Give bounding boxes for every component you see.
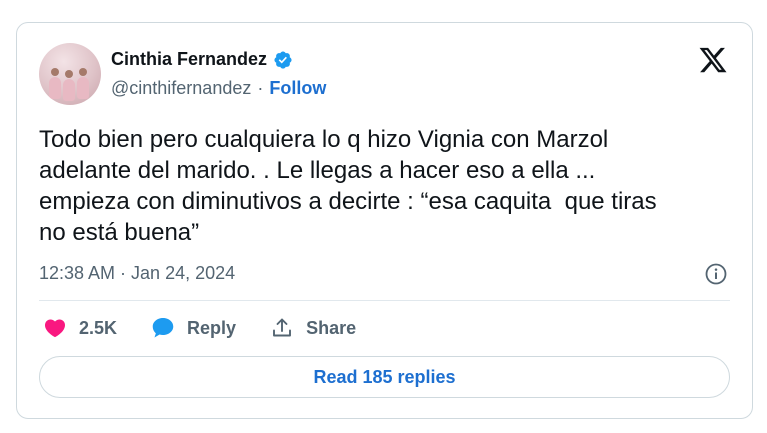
read-replies-button[interactable]: Read 185 replies (39, 356, 730, 398)
author-name-row: Cinthia Fernandez (111, 49, 293, 70)
like-button[interactable]: 2.5K (43, 316, 117, 340)
avatar-figure (77, 68, 89, 99)
heart-icon (44, 319, 66, 338)
tweet-text: Todo bien pero cualquiera lo q hizo Vign… (39, 126, 657, 246)
handle-separator: · (257, 78, 264, 98)
share-label: Share (306, 317, 357, 338)
read-replies-label: Read 185 replies (313, 366, 456, 387)
info-icon[interactable] (704, 262, 728, 286)
author-display-name[interactable]: Cinthia Fernandez (111, 49, 267, 70)
avatar-figure (63, 70, 75, 101)
like-count: 2.5K (79, 317, 118, 338)
author-handle[interactable]: @cinthifernandez (111, 78, 251, 99)
share-upload-icon (273, 318, 292, 337)
author-handle-row: @cinthifernandez · Follow (111, 78, 326, 99)
reply-label: Reply (187, 317, 237, 338)
tweet-card: Cinthia Fernandez @cinthifernandez · Fol… (16, 22, 753, 419)
follow-button[interactable]: Follow (269, 78, 326, 99)
tweet-actions: 2.5K Reply Share (43, 316, 356, 340)
speech-bubble-icon (152, 318, 174, 338)
x-logo-icon[interactable] (698, 45, 728, 75)
author-avatar[interactable] (39, 43, 101, 105)
reply-button[interactable]: Reply (151, 316, 236, 340)
share-button[interactable]: Share (270, 316, 356, 340)
avatar-figure (49, 68, 61, 99)
tweet-timestamp[interactable]: 12:38 AM · Jan 24, 2024 (39, 263, 235, 284)
divider (39, 300, 730, 301)
verified-badge-icon (274, 50, 292, 69)
